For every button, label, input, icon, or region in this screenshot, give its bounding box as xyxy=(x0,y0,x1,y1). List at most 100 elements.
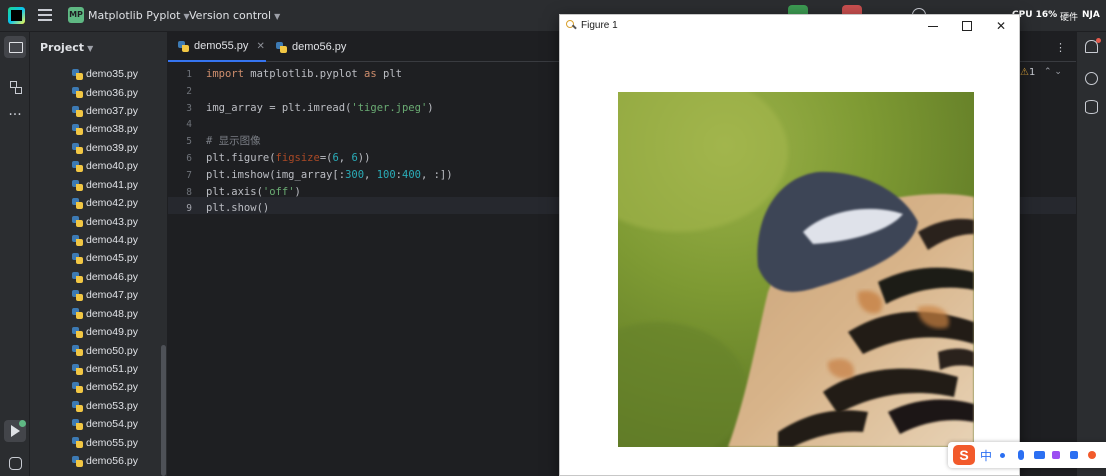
python-file-icon xyxy=(72,345,83,357)
code-line: plt.show() xyxy=(206,202,270,215)
file-tree-item[interactable]: demo39.py xyxy=(30,139,167,157)
file-name: demo45.py xyxy=(86,252,138,265)
python-file-icon xyxy=(72,197,83,209)
code-line: plt.axis('off') xyxy=(206,185,301,198)
file-tree-item[interactable]: demo40.py xyxy=(30,157,167,175)
file-tree-item[interactable]: demo52.py xyxy=(30,378,167,396)
hardware-indicator: 硬件 xyxy=(1060,13,1079,23)
file-tree-item[interactable]: demo36.py xyxy=(30,83,167,101)
punctuation-icon[interactable] xyxy=(1000,453,1005,458)
code-line: import matplotlib.pyplot as plt xyxy=(206,68,402,80)
version-control-menu[interactable]: Version control ▼ xyxy=(189,9,280,22)
more-tools-icon[interactable]: ··· xyxy=(4,106,26,128)
file-name: demo46.py xyxy=(86,270,138,283)
tab-demo56[interactable]: demo56.py xyxy=(266,32,356,62)
chevron-down-icon: ▼ xyxy=(87,44,94,53)
keyboard-icon[interactable] xyxy=(1034,451,1045,459)
file-name: demo53.py xyxy=(86,399,138,412)
python-file-icon xyxy=(72,253,83,265)
figure-title-bar[interactable]: Figure 1 ✕ xyxy=(560,15,1019,37)
file-tree-item[interactable]: demo51.py xyxy=(30,360,167,378)
ime-logo-icon[interactable]: S xyxy=(953,445,975,465)
code-line: plt.figure(figsize=(6, 6)) xyxy=(206,152,371,164)
file-name: demo37.py xyxy=(86,105,138,118)
figure-title: Figure 1 xyxy=(581,20,618,31)
figure-window: Figure 1 ✕ xyxy=(559,14,1020,476)
ime-toolbar: S 中 xyxy=(948,442,1106,468)
file-name: demo52.py xyxy=(86,381,138,394)
structure-icon[interactable] xyxy=(4,76,26,98)
file-tree-item[interactable]: demo48.py xyxy=(30,304,167,322)
tiger-image xyxy=(618,92,974,447)
project-badge[interactable]: MP xyxy=(68,7,84,23)
file-tree-item[interactable]: demo46.py xyxy=(30,268,167,286)
run-status-dot xyxy=(19,420,26,427)
python-console-icon[interactable] xyxy=(4,452,26,474)
project-panel-header[interactable]: Project ▼ xyxy=(40,41,93,54)
file-name: demo39.py xyxy=(86,141,138,154)
file-name: demo40.py xyxy=(86,160,138,173)
pycharm-logo-icon[interactable] xyxy=(8,7,25,24)
file-tree-item[interactable]: demo41.py xyxy=(30,176,167,194)
maximize-button[interactable] xyxy=(950,15,984,37)
python-file-icon xyxy=(72,400,83,412)
file-name: demo56.py xyxy=(86,455,138,468)
skin-icon[interactable] xyxy=(1052,451,1060,459)
file-tree-item[interactable]: demo35.py xyxy=(30,65,167,83)
file-tree-item[interactable]: demo37.py xyxy=(30,102,167,120)
left-tool-strip: ··· xyxy=(0,32,30,476)
file-tree-item[interactable]: demo42.py xyxy=(30,194,167,212)
file-tree-item[interactable]: demo45.py xyxy=(30,249,167,267)
project-switcher[interactable]: Matplotlib Pyplot ▼ xyxy=(88,9,190,22)
file-name: demo47.py xyxy=(86,289,138,302)
file-tree-item[interactable]: demo43.py xyxy=(30,212,167,230)
file-tree-item[interactable]: demo49.py xyxy=(30,323,167,341)
ime-menu-icon[interactable] xyxy=(1088,451,1096,459)
line-number: 6 xyxy=(186,153,192,164)
tab-demo55[interactable]: demo55.py ✕ xyxy=(168,32,266,62)
minimize-button[interactable] xyxy=(916,15,950,37)
close-icon[interactable]: ✕ xyxy=(256,41,264,52)
line-number: 4 xyxy=(186,119,192,131)
file-tree-item[interactable]: demo56.py xyxy=(30,452,167,470)
version-control-label: Version control xyxy=(189,9,272,22)
line-number: 7 xyxy=(186,169,192,181)
notification-badge xyxy=(1096,38,1101,43)
file-name: demo42.py xyxy=(86,197,138,210)
file-tree-item[interactable]: demo55.py xyxy=(30,433,167,451)
project-scrollbar[interactable] xyxy=(161,345,166,476)
file-tree-item[interactable]: demo38.py xyxy=(30,120,167,138)
ai-assistant-icon[interactable] xyxy=(1085,72,1098,85)
main-menu-icon[interactable] xyxy=(38,9,52,21)
file-tree-item[interactable]: demo50.py xyxy=(30,341,167,359)
python-file-icon xyxy=(72,105,83,117)
database-icon[interactable] xyxy=(1085,100,1098,114)
python-file-icon xyxy=(72,419,83,431)
python-file-icon xyxy=(72,216,83,228)
python-file-icon xyxy=(72,382,83,394)
tab-options-icon[interactable]: ⋮ xyxy=(1055,41,1066,54)
file-tree-item[interactable]: demo53.py xyxy=(30,397,167,415)
code-line: img_array = plt.imread('tiger.jpeg') xyxy=(206,101,434,114)
matplotlib-figure-icon xyxy=(566,20,576,30)
python-file-icon xyxy=(72,142,83,154)
python-file-icon xyxy=(72,455,83,467)
tab-label: demo56.py xyxy=(292,41,347,53)
project-folder-icon[interactable] xyxy=(4,36,26,58)
toolbox-icon[interactable] xyxy=(1070,451,1078,459)
ime-language-toggle[interactable]: 中 xyxy=(980,447,992,464)
file-name: demo48.py xyxy=(86,307,138,320)
file-tree-item[interactable]: demo47.py xyxy=(30,286,167,304)
file-name: demo41.py xyxy=(86,178,138,191)
python-file-icon xyxy=(276,41,287,53)
python-file-icon xyxy=(72,363,83,375)
microphone-icon[interactable] xyxy=(1018,450,1024,460)
line-number: 2 xyxy=(186,85,192,97)
chevron-down-icon: ▼ xyxy=(274,12,281,21)
code-line: # 显示图像 xyxy=(206,135,261,148)
close-button[interactable]: ✕ xyxy=(984,15,1018,37)
file-tree-item[interactable]: demo44.py xyxy=(30,231,167,249)
file-tree-item[interactable]: demo54.py xyxy=(30,415,167,433)
right-tool-strip xyxy=(1076,32,1106,476)
file-name: demo43.py xyxy=(86,215,138,228)
